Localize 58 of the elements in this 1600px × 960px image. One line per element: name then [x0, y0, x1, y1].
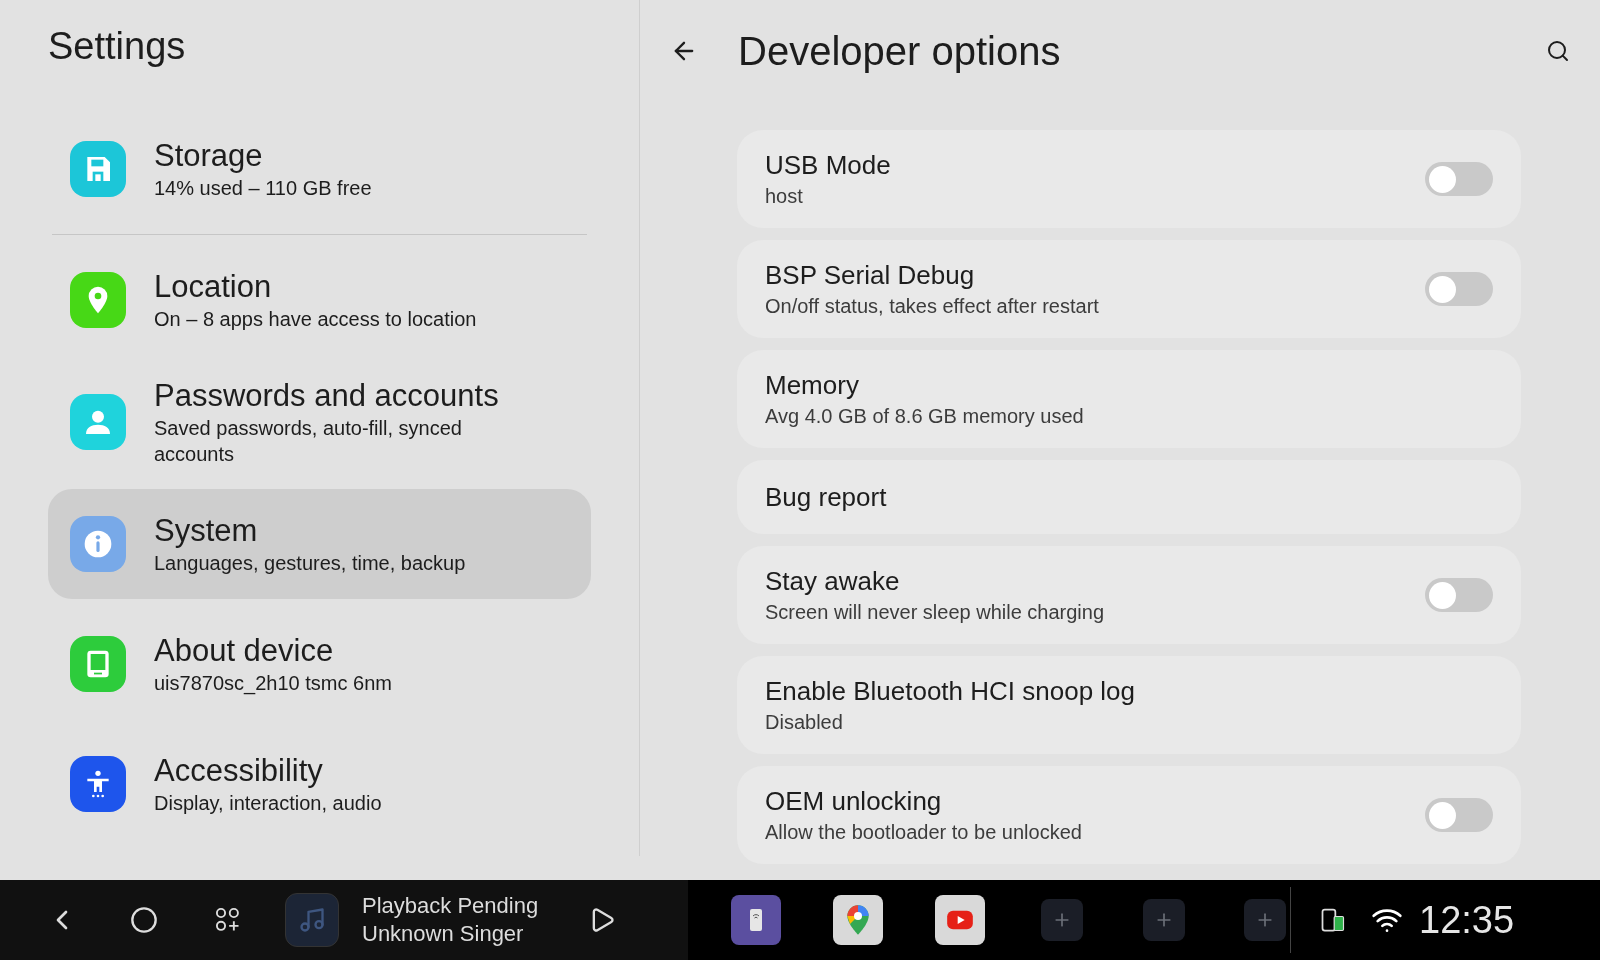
settings-item[interactable]: Location On – 8 apps have access to location	[48, 245, 591, 355]
page-title: Developer options	[738, 28, 1062, 75]
music-note-icon	[285, 893, 339, 947]
settings-item[interactable]: Storage 14% used – 110 GB free	[48, 114, 591, 224]
item-subtitle: uis7870sc_2h10 tsmc 6nm	[154, 671, 392, 696]
option-subtitle: On/off status, takes effect after restart	[765, 294, 1100, 319]
clock-time: 12:35	[1419, 897, 1515, 943]
map-pin-app-icon[interactable]	[833, 895, 883, 945]
settings-item[interactable]: Accessibility Display, interaction, audio	[48, 729, 591, 839]
track-title: Playback Pending	[362, 892, 539, 920]
item-subtitle: Saved passwords, auto-fill, synced accounts	[154, 416, 463, 467]
item-title: System	[154, 512, 259, 550]
option-card[interactable]: Enable Bluetooth HCI snoop log Disabled	[737, 656, 1521, 754]
option-subtitle: Avg 4.0 GB of 8.6 GB memory used	[765, 404, 1085, 429]
item-title: Storage	[154, 137, 264, 175]
option-title: BSP Serial Debug	[765, 259, 976, 292]
toggle-switch[interactable]	[1425, 798, 1493, 832]
item-title: About device	[154, 632, 335, 670]
option-title: OEM unlocking	[765, 785, 943, 818]
item-title: Accessibility	[154, 752, 324, 790]
option-subtitle: Disabled	[765, 710, 844, 735]
option-subtitle: host	[765, 184, 804, 209]
phone-wifi-app-icon[interactable]	[731, 895, 781, 945]
toggle-switch[interactable]	[1425, 272, 1493, 306]
track-artist: Unknown Singer	[362, 920, 525, 948]
settings-item[interactable]: Passwords and accounts Saved passwords, auto-fill, synced accounts	[48, 365, 591, 479]
add-app-button[interactable]	[1040, 899, 1083, 941]
option-card[interactable]: USB Mode host	[737, 130, 1521, 228]
play-app-icon[interactable]	[935, 895, 985, 945]
add-app-button[interactable]	[1142, 899, 1185, 941]
option-title: Stay awake	[765, 565, 901, 598]
toggle-switch[interactable]	[1425, 162, 1493, 196]
toggle-switch[interactable]	[1425, 578, 1493, 612]
add-app-button[interactable]	[1244, 899, 1287, 941]
option-title: Memory	[765, 369, 860, 402]
option-card[interactable]: BSP Serial Debug On/off status, takes effect after restart	[737, 240, 1521, 338]
item-title: Passwords and accounts	[154, 377, 499, 415]
option-card[interactable]: Stay awake Screen will never sleep while charging	[737, 546, 1521, 644]
option-card[interactable]: Bug report	[737, 460, 1521, 534]
settings-title: Settings	[48, 24, 187, 69]
item-title: Location	[154, 268, 273, 306]
item-subtitle: Display, interaction, audio	[154, 791, 382, 816]
option-card[interactable]: Memory Avg 4.0 GB of 8.6 GB memory used	[737, 350, 1521, 448]
option-subtitle: Allow the bootloader to be unlocked	[765, 820, 1083, 845]
item-subtitle: Languages, gestures, time, backup	[154, 551, 466, 576]
app-grid-icon[interactable]	[214, 906, 242, 934]
item-subtitle: On – 8 apps have access to location	[154, 307, 477, 332]
option-title: USB Mode	[765, 149, 892, 182]
settings-item[interactable]: About device uis7870sc_2h10 tsmc 6nm	[48, 609, 591, 719]
home-icon[interactable]	[130, 906, 158, 934]
item-subtitle: 14% used – 110 GB free	[154, 176, 372, 201]
phone-battery-icon	[1319, 906, 1347, 934]
search-icon[interactable]	[1546, 39, 1570, 63]
option-card[interactable]: OEM unlocking Allow the bootloader to be unlocked	[737, 766, 1521, 864]
option-title: Enable Bluetooth HCI snoop log	[765, 675, 1137, 708]
option-title: Bug report	[765, 481, 888, 514]
option-subtitle: Screen will never sleep while charging	[765, 600, 1106, 625]
settings-item[interactable]: System Languages, gestures, time, backup	[48, 489, 591, 599]
